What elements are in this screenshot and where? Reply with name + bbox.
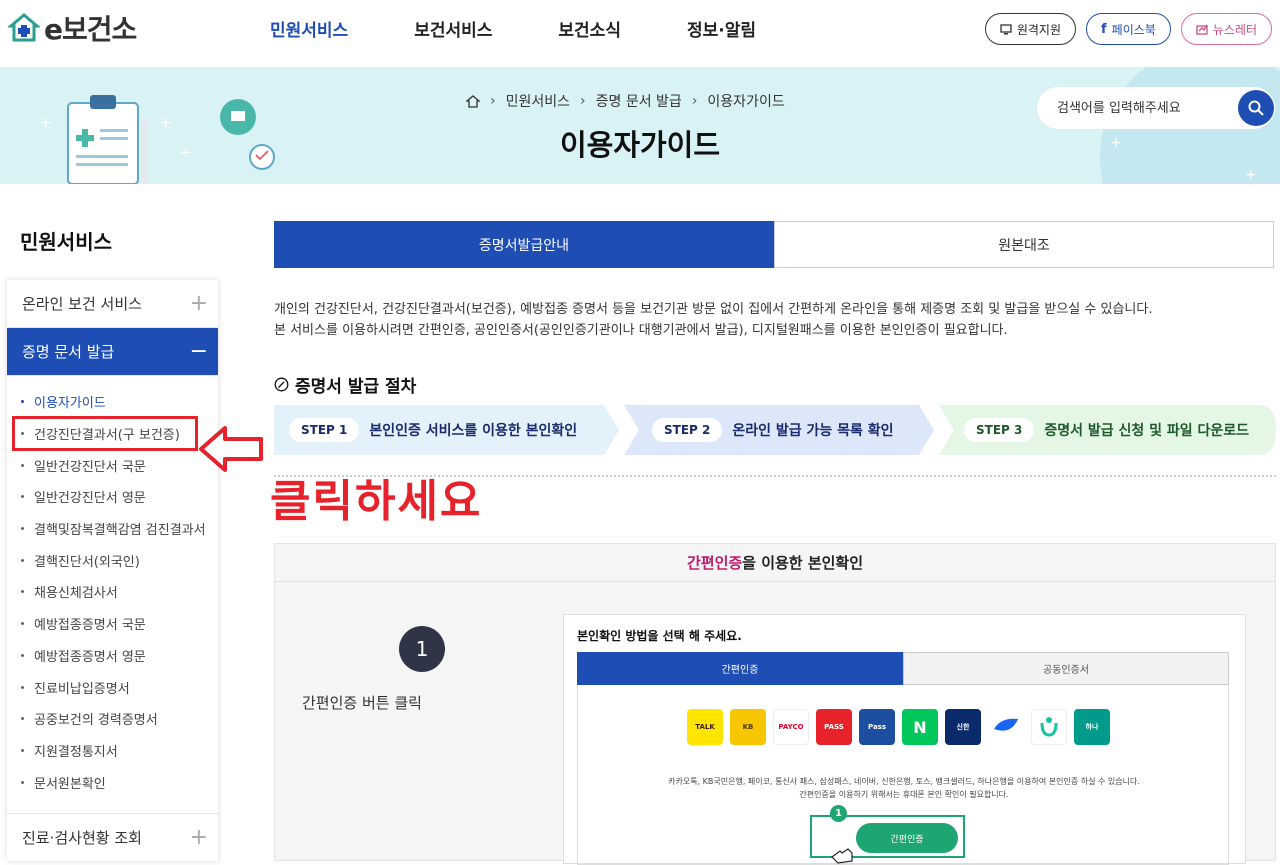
toss-icon[interactable]: [988, 709, 1024, 745]
sidebar-item-support[interactable]: 지원결정통지서: [21, 735, 218, 767]
remote-support-button[interactable]: 원격지원: [984, 13, 1076, 45]
site-header: e보건소 민원서비스 보건서비스 보건소식 정보·알림 원격지원 f 페이스북 …: [0, 0, 1280, 67]
breadcrumb-item-docs[interactable]: 증명 문서 발급: [596, 91, 682, 111]
step-description: 간편인증 버튼 클릭: [302, 694, 422, 712]
facebook-icon: f: [1101, 21, 1107, 37]
sidebar-item-tb-result[interactable]: 결핵및잠복결핵감염 검진결과서: [21, 513, 218, 545]
breadcrumb-item-guide[interactable]: 이용자가이드: [707, 91, 784, 111]
facebook-button[interactable]: f 페이스북: [1086, 13, 1171, 45]
samsung-pass-icon[interactable]: Pass: [859, 709, 895, 745]
red-arrow-icon: [199, 426, 263, 472]
sidebar-item-employment[interactable]: 채용신체검사서: [21, 576, 218, 608]
page-banner: + + + + + › 민원서비스 › 증명 문서 발급 › 이용자가이드 이용…: [0, 67, 1280, 184]
shinhan-icon[interactable]: 신한: [945, 709, 981, 745]
plus-icon: +: [189, 825, 208, 850]
banksalad-logo: [1040, 717, 1058, 737]
nav-info[interactable]: 정보·알림: [687, 16, 756, 41]
kb-icon[interactable]: KB: [730, 709, 766, 745]
newsletter-button[interactable]: 뉴스레터: [1180, 13, 1272, 45]
toss-logo: [994, 718, 1018, 731]
content-tabs: 증명서발급안내 원본대조: [274, 221, 1274, 268]
chevron-right-icon: ›: [691, 93, 698, 109]
tab-issue-guide[interactable]: 증명서발급안내: [274, 221, 774, 268]
breadcrumb: › 민원서비스 › 증명 문서 발급 › 이용자가이드: [466, 91, 785, 111]
guide-heading: 간편인증 을 이용한 본인확인: [275, 544, 1275, 582]
banksalad-icon[interactable]: [1031, 709, 1067, 745]
logo-text: e보건소: [44, 13, 137, 46]
step-1: STEP 1 본인인증 서비스를 이용한 본인확인: [289, 405, 577, 455]
sidebar-item-payment[interactable]: 진료비납입증명서: [21, 671, 218, 703]
sidebar-item-vaccine-en[interactable]: 예방접종증명서 영문: [21, 640, 218, 672]
search-icon: [1248, 100, 1264, 116]
sidebar-submenu: 이용자가이드 건강진단결과서(구 보건증) 일반건강진단서 국문 일반건강진단서…: [7, 376, 218, 808]
chevron-right-icon: ›: [580, 93, 586, 109]
plus-icon: +: [189, 291, 208, 316]
sidebar-item-verify[interactable]: 문서원본확인: [21, 766, 218, 798]
breadcrumb-item-civil[interactable]: 민원서비스: [506, 91, 570, 111]
home-icon[interactable]: [466, 94, 480, 108]
payco-icon[interactable]: PAYCO: [773, 709, 809, 745]
step-number-badge: 1: [399, 626, 445, 672]
sidebar-title: 민원서비스: [20, 230, 112, 254]
newsletter-icon: [1196, 24, 1208, 35]
nav-health-news[interactable]: 보건소식: [558, 16, 621, 41]
hana-icon[interactable]: 하나: [1074, 709, 1110, 745]
mock-tab-cert[interactable]: 공동인증서: [903, 652, 1229, 685]
sidebar-item-health-cert[interactable]: 건강진단결과서(구 보건증): [12, 415, 198, 452]
sidebar-menu: 온라인 보건 서비스 + 증명 문서 발급 − 이용자가이드 건강진단결과서(구…: [7, 280, 218, 861]
chevron-right-icon: ›: [490, 93, 496, 109]
mock-step-badge: 1: [830, 805, 847, 822]
provider-list: TALK KB PAYCO PASS Pass N 신한 하나: [687, 709, 1110, 745]
simple-auth-button[interactable]: 간편인증: [856, 823, 958, 853]
search-box: [1037, 87, 1275, 129]
sidebar-item-career[interactable]: 공중보건의 경력증명서: [21, 703, 218, 735]
nav-health-service[interactable]: 보건서비스: [414, 16, 492, 41]
sidebar-section-docs[interactable]: 증명 문서 발급 −: [7, 328, 218, 376]
tab-verify-original[interactable]: 원본대조: [774, 221, 1274, 268]
mock-note: 카카오톡, KB국민은행, 페이코, 통신사 패스, 삼성패스, 네이버, 신한…: [668, 777, 1140, 799]
step-3: STEP 3 증명서 발급 신청 및 파일 다운로드: [964, 405, 1249, 455]
header-buttons: 원격지원 f 페이스북 뉴스레터: [984, 13, 1272, 45]
auth-screenshot: 본인확인 방법을 선택 해 주세요. 간편인증 공동인증서 TALK KB PA…: [563, 614, 1246, 865]
process-title: 증명서 발급 절차: [274, 372, 416, 397]
sidebar-item-vaccine-kr[interactable]: 예방접종증명서 국문: [21, 608, 218, 640]
house-plus-icon: [8, 13, 40, 42]
nav-civil-service[interactable]: 민원서비스: [270, 16, 348, 41]
svg-text:+: +: [1245, 167, 1257, 183]
sidebar-item-tb-foreign[interactable]: 결핵진단서(외국인): [21, 544, 218, 576]
naver-icon[interactable]: N: [902, 709, 938, 745]
monitor-icon: [1000, 23, 1012, 34]
site-logo[interactable]: e보건소: [8, 8, 137, 48]
hand-pointer-icon: [831, 848, 853, 864]
sidebar-item-general-en[interactable]: 일반건강진단서 영문: [21, 481, 218, 513]
search-button[interactable]: [1238, 90, 1274, 126]
sidebar-item-user-guide[interactable]: 이용자가이드: [21, 386, 218, 418]
pass-icon[interactable]: PASS: [816, 709, 852, 745]
mock-title: 본인확인 방법을 선택 해 주세요.: [577, 629, 742, 643]
kakao-icon[interactable]: TALK: [687, 709, 723, 745]
process-steps: STEP 1 본인인증 서비스를 이용한 본인확인 STEP 2 온라인 발급 …: [274, 405, 1276, 455]
mock-body: TALK KB PAYCO PASS Pass N 신한 하나 카카오톡, KB…: [577, 685, 1229, 865]
simple-auth-guide: 간편인증 을 이용한 본인확인 1 간편인증 버튼 클릭 본인확인 방법을 선택 …: [274, 543, 1276, 865]
main-nav: 민원서비스 보건서비스 보건소식 정보·알림: [270, 16, 756, 41]
mock-tab-simple[interactable]: 간편인증: [577, 652, 903, 685]
sidebar-item-general-kr[interactable]: 일반건강진단서 국문: [21, 449, 218, 481]
mock-tabs: 간편인증 공동인증서: [577, 652, 1229, 685]
step-2: STEP 2 온라인 발급 가능 목록 확인: [652, 405, 894, 455]
service-description: 개인의 건강진단서, 건강진단결과서(보건증), 예방접종 증명서 등을 보건기…: [274, 302, 1153, 338]
sidebar-section-checkup[interactable]: 진료·검사현황 조회 +: [7, 813, 218, 861]
search-input[interactable]: [1057, 100, 1227, 116]
divider: [274, 475, 1276, 477]
minus-icon: −: [189, 339, 208, 364]
sidebar-section-online[interactable]: 온라인 보건 서비스 +: [7, 280, 218, 328]
pencil-circle-icon: [274, 377, 289, 392]
